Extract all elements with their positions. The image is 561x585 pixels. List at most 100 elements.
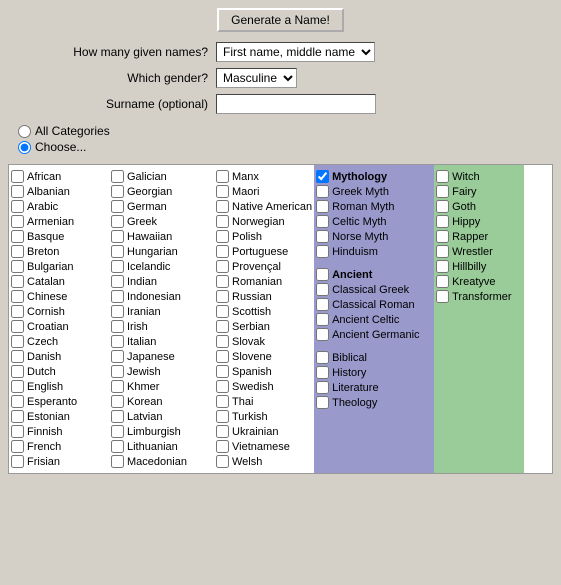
vietnamese-checkbox[interactable] xyxy=(216,440,229,453)
polish-checkbox[interactable] xyxy=(216,230,229,243)
greek-myth-checkbox[interactable] xyxy=(316,185,329,198)
surname-input[interactable] xyxy=(216,94,376,114)
list-item: Literature xyxy=(316,381,432,394)
hillbilly-checkbox[interactable] xyxy=(436,260,449,273)
iranian-checkbox[interactable] xyxy=(111,305,124,318)
given-names-select[interactable]: First name, middle name First name only … xyxy=(216,42,375,62)
breton-checkbox[interactable] xyxy=(11,245,24,258)
hippy-checkbox[interactable] xyxy=(436,215,449,228)
georgian-checkbox[interactable] xyxy=(111,185,124,198)
macedonian-checkbox[interactable] xyxy=(111,455,124,468)
limburgish-checkbox[interactable] xyxy=(111,425,124,438)
list-item: English xyxy=(11,380,107,393)
manx-checkbox[interactable] xyxy=(216,170,229,183)
ancient-checkbox[interactable] xyxy=(316,268,329,281)
greek-checkbox[interactable] xyxy=(111,215,124,228)
swedish-checkbox[interactable] xyxy=(216,380,229,393)
arabic-checkbox[interactable] xyxy=(11,200,24,213)
norwegian-checkbox[interactable] xyxy=(216,215,229,228)
celtic-myth-checkbox[interactable] xyxy=(316,215,329,228)
generate-button[interactable]: Generate a Name! xyxy=(217,8,344,32)
mythology-checkbox[interactable] xyxy=(316,170,329,183)
witch-checkbox[interactable] xyxy=(436,170,449,183)
slovene-checkbox[interactable] xyxy=(216,350,229,363)
indonesian-checkbox[interactable] xyxy=(111,290,124,303)
roman-myth-checkbox[interactable] xyxy=(316,200,329,213)
khmer-checkbox[interactable] xyxy=(111,380,124,393)
catalan-checkbox[interactable] xyxy=(11,275,24,288)
hawaiian-checkbox[interactable] xyxy=(111,230,124,243)
all-categories-label[interactable]: All Categories xyxy=(35,124,110,138)
all-categories-radio[interactable] xyxy=(18,125,31,138)
galician-checkbox[interactable] xyxy=(111,170,124,183)
literature-checkbox[interactable] xyxy=(316,381,329,394)
choose-radio[interactable] xyxy=(18,141,31,154)
lithuanian-checkbox[interactable] xyxy=(111,440,124,453)
gender-row: Which gender? Masculine Feminine xyxy=(8,68,553,88)
wrestler-checkbox[interactable] xyxy=(436,245,449,258)
native-american-checkbox[interactable] xyxy=(216,200,229,213)
hungarian-checkbox[interactable] xyxy=(111,245,124,258)
basque-checkbox[interactable] xyxy=(11,230,24,243)
jewish-checkbox[interactable] xyxy=(111,365,124,378)
icelandic-checkbox[interactable] xyxy=(111,260,124,273)
ancient-celtic-checkbox[interactable] xyxy=(316,313,329,326)
fairy-checkbox[interactable] xyxy=(436,185,449,198)
estonian-checkbox[interactable] xyxy=(11,410,24,423)
kreatyve-checkbox[interactable] xyxy=(436,275,449,288)
french-checkbox[interactable] xyxy=(11,440,24,453)
romanian-checkbox[interactable] xyxy=(216,275,229,288)
ancient-germanic-checkbox[interactable] xyxy=(316,328,329,341)
scottish-checkbox[interactable] xyxy=(216,305,229,318)
russian-checkbox[interactable] xyxy=(216,290,229,303)
indian-checkbox[interactable] xyxy=(111,275,124,288)
classical-greek-checkbox[interactable] xyxy=(316,283,329,296)
danish-checkbox[interactable] xyxy=(11,350,24,363)
list-item: Icelandic xyxy=(111,260,212,273)
welsh-checkbox[interactable] xyxy=(216,455,229,468)
portuguese-checkbox[interactable] xyxy=(216,245,229,258)
esperanto-checkbox[interactable] xyxy=(11,395,24,408)
bulgarian-checkbox[interactable] xyxy=(11,260,24,273)
goth-checkbox[interactable] xyxy=(436,200,449,213)
english-checkbox[interactable] xyxy=(11,380,24,393)
column-5: Witch Fairy Goth Hippy Rapper Wrestler H… xyxy=(434,165,524,473)
ukrainian-checkbox[interactable] xyxy=(216,425,229,438)
classical-roman-checkbox[interactable] xyxy=(316,298,329,311)
albanian-checkbox[interactable] xyxy=(11,185,24,198)
choose-label[interactable]: Choose... xyxy=(35,140,86,154)
transformer-checkbox[interactable] xyxy=(436,290,449,303)
irish-checkbox[interactable] xyxy=(111,320,124,333)
history-checkbox[interactable] xyxy=(316,366,329,379)
cornish-checkbox[interactable] xyxy=(11,305,24,318)
gender-select[interactable]: Masculine Feminine xyxy=(216,68,297,88)
chinese-checkbox[interactable] xyxy=(11,290,24,303)
provencal-checkbox[interactable] xyxy=(216,260,229,273)
norse-myth-checkbox[interactable] xyxy=(316,230,329,243)
biblical-checkbox[interactable] xyxy=(316,351,329,364)
armenian-checkbox[interactable] xyxy=(11,215,24,228)
serbian-checkbox[interactable] xyxy=(216,320,229,333)
czech-checkbox[interactable] xyxy=(11,335,24,348)
hinduism-checkbox[interactable] xyxy=(316,245,329,258)
african-checkbox[interactable] xyxy=(11,170,24,183)
rapper-checkbox[interactable] xyxy=(436,230,449,243)
finnish-checkbox[interactable] xyxy=(11,425,24,438)
list-item: Czech xyxy=(11,335,107,348)
turkish-checkbox[interactable] xyxy=(216,410,229,423)
list-item: Catalan xyxy=(11,275,107,288)
dutch-checkbox[interactable] xyxy=(11,365,24,378)
choose-row: Choose... xyxy=(18,140,543,154)
slovak-checkbox[interactable] xyxy=(216,335,229,348)
croatian-checkbox[interactable] xyxy=(11,320,24,333)
thai-checkbox[interactable] xyxy=(216,395,229,408)
italian-checkbox[interactable] xyxy=(111,335,124,348)
spanish-checkbox[interactable] xyxy=(216,365,229,378)
german-checkbox[interactable] xyxy=(111,200,124,213)
theology-checkbox[interactable] xyxy=(316,396,329,409)
korean-checkbox[interactable] xyxy=(111,395,124,408)
latvian-checkbox[interactable] xyxy=(111,410,124,423)
maori-checkbox[interactable] xyxy=(216,185,229,198)
frisian-checkbox[interactable] xyxy=(11,455,24,468)
japanese-checkbox[interactable] xyxy=(111,350,124,363)
